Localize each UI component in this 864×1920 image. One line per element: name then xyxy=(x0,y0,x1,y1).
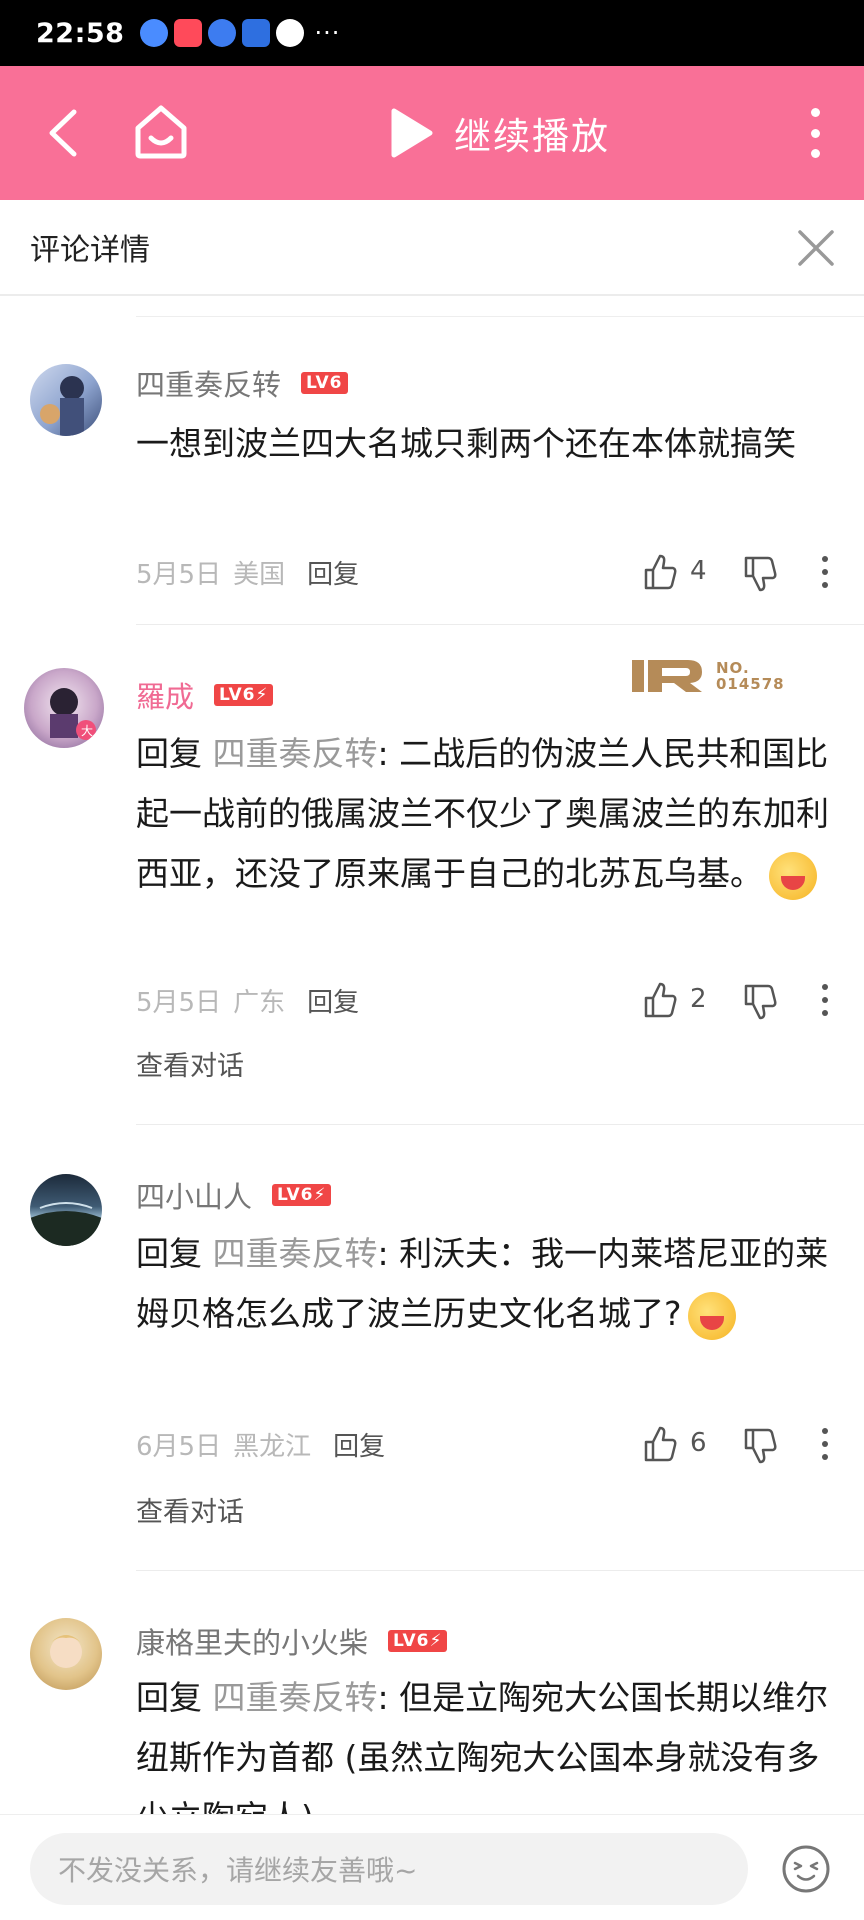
comment-input[interactable]: 不发没关系，请继续友善哦~ xyxy=(30,1833,748,1905)
comment-text: 回复 四重奏反转: 但是立陶宛大公国长期以维尔纽斯作为首都 (虽然立陶宛大公国本… xyxy=(136,1668,836,1814)
emoji-icon[interactable] xyxy=(780,1843,832,1895)
reply-prefix: 回复 xyxy=(136,1678,213,1717)
input-placeholder: 不发没关系，请继续友善哦~ xyxy=(58,1854,418,1887)
comment-item: 康格里夫的小火柴 LV6⚡ 回复 四重奏反转: 但是立陶宛大公国长期以维尔纽斯作… xyxy=(0,0,864,1814)
reply-target-user[interactable]: 四重奏反转 xyxy=(213,1678,378,1717)
comment-input-bar: 不发没关系，请继续友善哦~ xyxy=(0,1814,864,1920)
avatar[interactable] xyxy=(30,1618,102,1690)
level-badge: LV6⚡ xyxy=(388,1630,448,1652)
username[interactable]: 康格里夫的小火柴 xyxy=(136,1620,368,1662)
